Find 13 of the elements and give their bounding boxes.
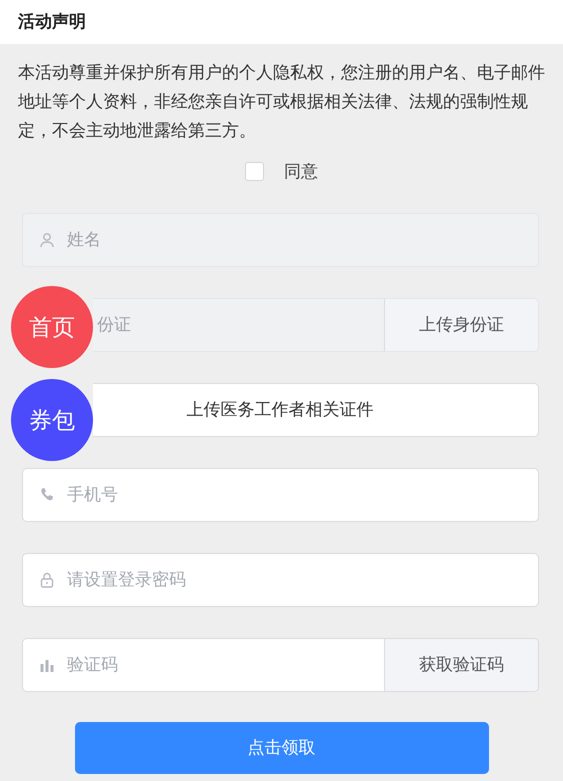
phone-icon bbox=[39, 486, 55, 502]
statement-text: 本活动尊重并保护所有用户的个人隐私权，您注册的用户名、电子邮件地址等个人资料，非经您亲自许可或根据相关法律、法规的强制性规定，不会主动地泄露给第三方。 bbox=[17, 62, 546, 142]
agree-checkbox[interactable] bbox=[245, 162, 264, 182]
user-icon bbox=[39, 232, 55, 248]
submit-button[interactable]: 点击领取 bbox=[74, 722, 488, 774]
input-field[interactable]: 验证码 获取验证码 bbox=[22, 638, 539, 692]
floating-nav-button[interactable]: 首页 bbox=[11, 286, 93, 368]
floating-nav-button[interactable]: 券包 bbox=[11, 379, 93, 461]
agree-label: 同意 bbox=[284, 161, 318, 183]
side-button[interactable]: 获取验证码 bbox=[384, 638, 538, 690]
upload-button[interactable]: 上传医务工作者相关证件 bbox=[93, 382, 539, 436]
page-title: 活动声明 bbox=[18, 11, 86, 34]
lock-icon bbox=[39, 572, 55, 588]
